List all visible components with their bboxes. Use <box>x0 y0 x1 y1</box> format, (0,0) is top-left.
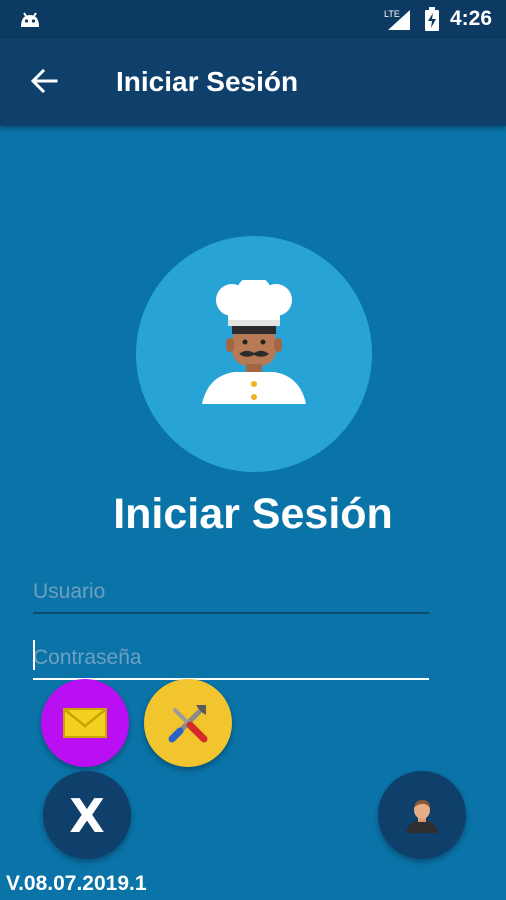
email-icon <box>63 708 107 738</box>
status-bar: LTE 4:26 <box>0 0 506 38</box>
chef-icon <box>202 280 306 404</box>
lte-signal-icon: LTE <box>384 8 412 35</box>
version-label: V.08.07.2019.1 <box>6 872 147 895</box>
login-heading: Iniciar Sesión <box>113 490 393 538</box>
user-profile-button[interactable] <box>378 771 466 859</box>
status-time: 4:26 <box>449 7 492 30</box>
lte-label: LTE <box>384 9 400 19</box>
app-bar: Iniciar Sesión <box>0 38 506 126</box>
back-arrow-icon[interactable] <box>30 68 58 99</box>
app-bar-title: Iniciar Sesión <box>116 66 299 97</box>
text-cursor <box>33 640 35 670</box>
close-button[interactable]: X <box>43 771 131 859</box>
avatar-circle <box>136 236 372 472</box>
user-icon <box>406 800 438 833</box>
tools-button[interactable] <box>144 679 232 767</box>
android-icon <box>18 7 42 34</box>
battery-charging-icon <box>424 7 440 36</box>
tools-icon <box>168 705 208 743</box>
close-label: X <box>69 789 105 843</box>
username-input[interactable] <box>33 572 429 614</box>
email-button[interactable] <box>41 679 129 767</box>
password-input[interactable] <box>33 638 429 680</box>
